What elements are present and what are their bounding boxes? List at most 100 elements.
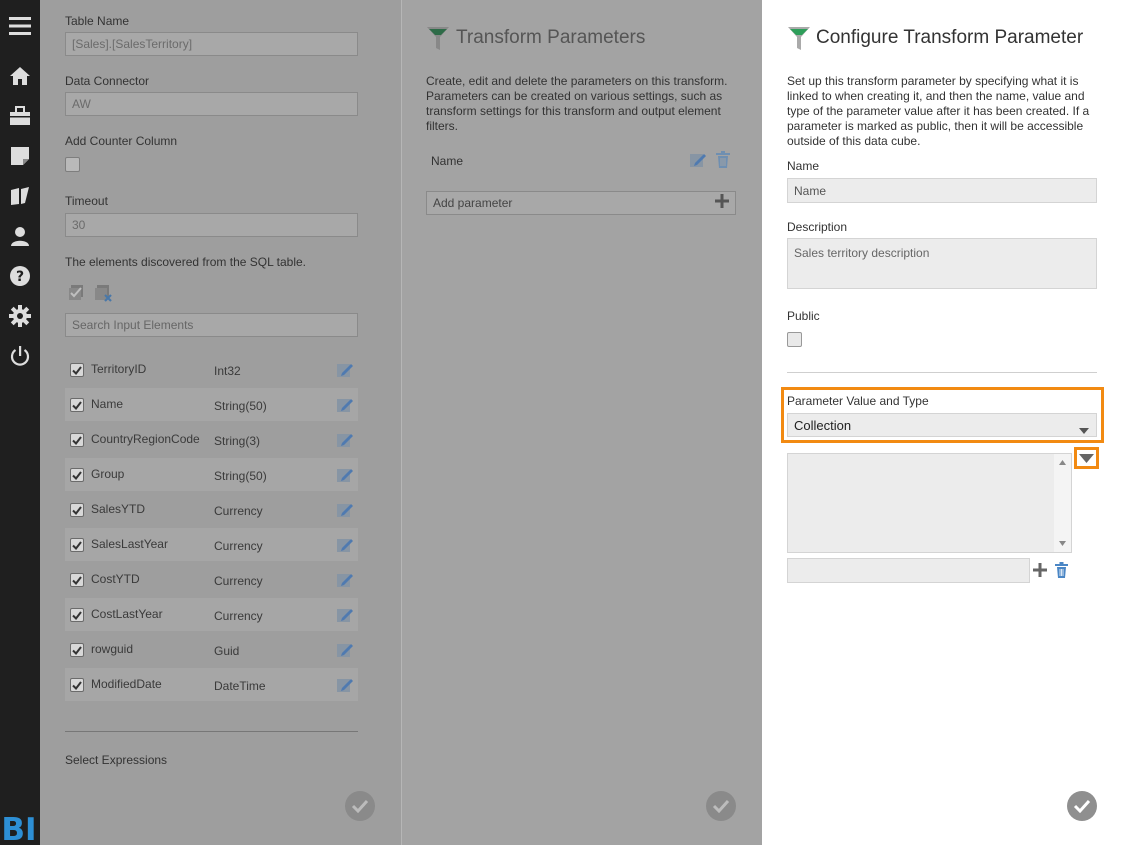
- element-checkbox[interactable]: [70, 398, 84, 412]
- table-name-field[interactable]: [Sales].[SalesTerritory]: [65, 32, 358, 56]
- public-label: Public: [787, 309, 820, 323]
- value-type-label: Parameter Value and Type: [787, 394, 929, 408]
- page-title: Configure Transform Parameter: [816, 27, 1084, 48]
- element-checkbox[interactable]: [70, 608, 84, 622]
- edit-icon[interactable]: [336, 606, 354, 624]
- element-name: CountryRegionCode: [91, 432, 200, 446]
- edit-icon[interactable]: [336, 676, 354, 694]
- element-checkbox[interactable]: [70, 678, 84, 692]
- timeout-field[interactable]: 30: [65, 213, 358, 237]
- table-row: rowguid Guid: [65, 633, 358, 666]
- sidebar: ? BI: [0, 0, 40, 846]
- power-icon[interactable]: [8, 344, 32, 368]
- element-type: DateTime: [214, 679, 266, 693]
- value-type-selected: Collection: [794, 417, 852, 433]
- edit-icon[interactable]: [689, 151, 707, 169]
- description-label: Description: [787, 220, 848, 234]
- edit-icon[interactable]: [336, 501, 354, 519]
- page-title: Transform Parameters: [456, 27, 646, 48]
- configure-parameter-panel: Configure Transform Parameter Set up thi…: [762, 0, 1121, 845]
- elements-label: The elements discovered from the SQL tab…: [65, 255, 307, 269]
- checkmark-icon: [351, 799, 369, 813]
- element-type: String(3): [214, 434, 261, 448]
- element-type: Guid: [214, 644, 240, 658]
- element-name: Name: [91, 397, 124, 411]
- element-type: Currency: [214, 609, 263, 623]
- add-parameter-button[interactable]: Add parameter: [426, 191, 736, 215]
- briefcase-icon[interactable]: [8, 104, 32, 128]
- add-parameter-label: Add parameter: [433, 196, 513, 210]
- collection-list[interactable]: [787, 453, 1072, 553]
- element-name: CostYTD: [91, 572, 140, 586]
- chevron-down-icon: [1079, 422, 1089, 437]
- scrollbar[interactable]: [1054, 454, 1071, 552]
- config-description: Set up this transform parameter by speci…: [787, 74, 1090, 148]
- edit-icon[interactable]: [336, 536, 354, 554]
- table-settings-panel: Table Name [Sales].[SalesTerritory] Data…: [40, 0, 401, 845]
- edit-icon[interactable]: [336, 396, 354, 414]
- edit-icon[interactable]: [336, 466, 354, 484]
- search-elements-input[interactable]: Search Input Elements: [65, 313, 358, 337]
- element-checkbox[interactable]: [70, 538, 84, 552]
- description-textarea[interactable]: Sales territory description: [787, 238, 1097, 289]
- logo-text: BI: [2, 812, 37, 843]
- checkmark-icon: [1073, 799, 1091, 813]
- table-row: TerritoryID Int32: [65, 353, 358, 386]
- table-name-label: Table Name: [65, 14, 130, 28]
- data-connector-field[interactable]: AW: [65, 92, 358, 116]
- table-row: SalesLastYear Currency: [65, 528, 358, 561]
- timeout-label: Timeout: [65, 194, 108, 208]
- triangle-down-icon: [1079, 453, 1094, 463]
- element-checkbox[interactable]: [70, 433, 84, 447]
- element-name: CostLastYear: [91, 607, 163, 621]
- ok-button[interactable]: [345, 791, 375, 821]
- home-icon[interactable]: [8, 64, 32, 88]
- table-row: SalesYTD Currency: [65, 493, 358, 526]
- edit-icon[interactable]: [336, 431, 354, 449]
- element-checkbox[interactable]: [70, 468, 84, 482]
- element-checkbox[interactable]: [70, 503, 84, 517]
- user-icon[interactable]: [8, 224, 32, 248]
- transform-parameters-panel: Transform Parameters Create, edit and de…: [401, 0, 762, 845]
- element-name: ModifiedDate: [91, 677, 162, 691]
- table-row: Name String(50): [65, 388, 358, 421]
- public-checkbox[interactable]: [787, 332, 802, 347]
- delete-item-icon[interactable]: [1054, 562, 1069, 579]
- divider: [65, 731, 358, 732]
- edit-icon[interactable]: [336, 641, 354, 659]
- ok-button[interactable]: [1067, 791, 1097, 821]
- add-counter-checkbox[interactable]: [65, 157, 80, 172]
- menu-icon[interactable]: [8, 14, 32, 38]
- params-description: Create, edit and delete the parameters o…: [426, 74, 728, 133]
- element-type: Int32: [214, 364, 241, 378]
- delete-icon[interactable]: [715, 151, 731, 169]
- collection-dropdown-button[interactable]: [1077, 450, 1096, 466]
- note-icon[interactable]: [8, 144, 32, 168]
- element-type: Currency: [214, 574, 263, 588]
- svg-text:?: ?: [16, 269, 24, 285]
- element-checkbox[interactable]: [70, 573, 84, 587]
- element-name: Group: [91, 467, 125, 481]
- edit-icon[interactable]: [336, 361, 354, 379]
- funnel-icon: [426, 26, 450, 52]
- deselect-all-icon[interactable]: [93, 283, 113, 303]
- checkmark-icon: [712, 799, 730, 813]
- element-checkbox[interactable]: [70, 363, 84, 377]
- plus-icon: [715, 194, 729, 211]
- help-icon[interactable]: ?: [8, 264, 32, 288]
- book-icon[interactable]: [8, 184, 32, 208]
- name-field[interactable]: Name: [787, 178, 1097, 203]
- collection-item-input[interactable]: [787, 558, 1030, 583]
- param-name: Name: [431, 154, 464, 168]
- table-row: ModifiedDate DateTime: [65, 668, 358, 701]
- ok-button[interactable]: [706, 791, 736, 821]
- value-type-select[interactable]: Collection: [787, 413, 1097, 437]
- select-all-icon[interactable]: [67, 283, 87, 303]
- element-type: String(50): [214, 399, 267, 413]
- gear-icon[interactable]: [8, 304, 32, 328]
- element-type: String(50): [214, 469, 267, 483]
- add-item-icon[interactable]: [1033, 563, 1047, 577]
- edit-icon[interactable]: [336, 571, 354, 589]
- element-checkbox[interactable]: [70, 643, 84, 657]
- element-name: rowguid: [91, 642, 134, 656]
